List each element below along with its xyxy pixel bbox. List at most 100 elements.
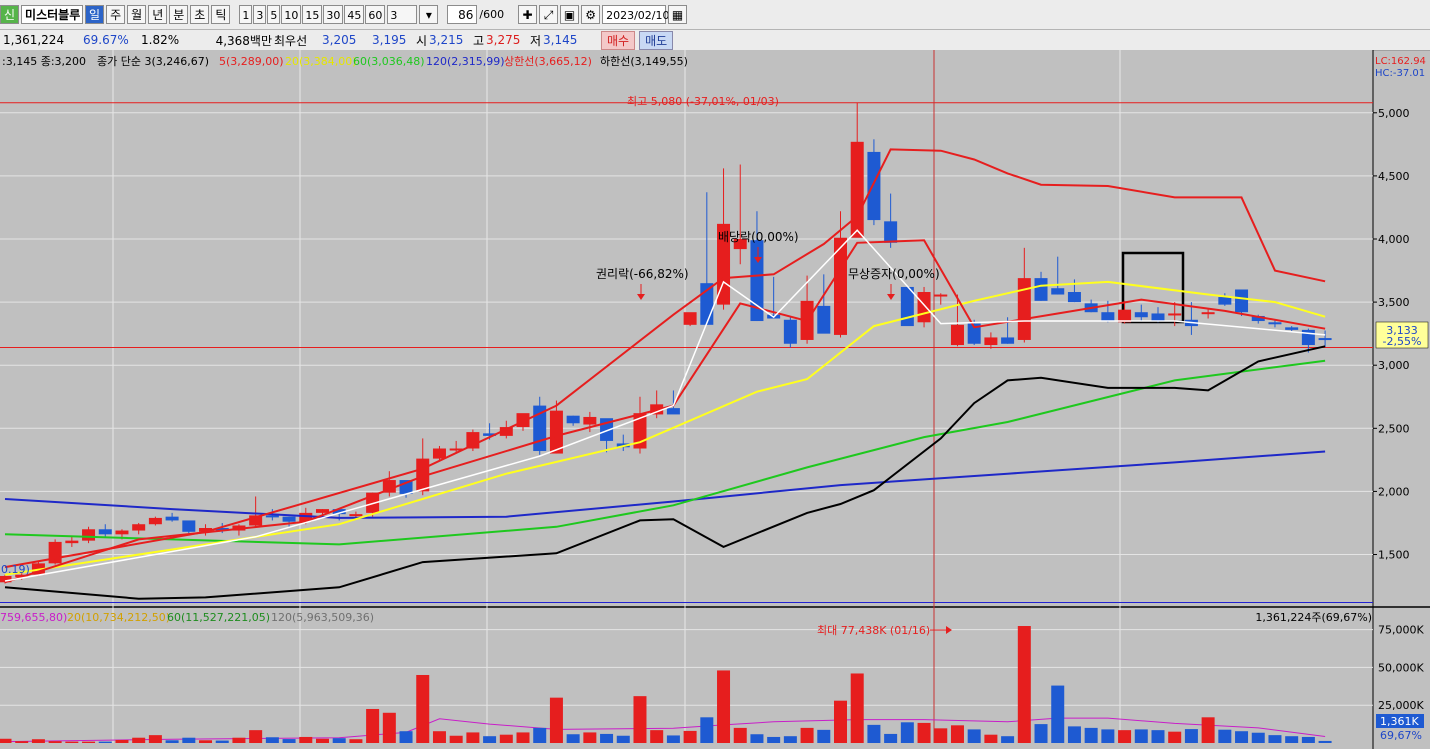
candle-body [165,516,179,521]
price-panel [0,50,1373,605]
candle-body [1067,292,1081,303]
period-tab-0[interactable]: 일 [85,5,105,24]
interval-button-3[interactable]: 3 [253,5,267,24]
stock-chart: 5,000 4,500 4,000 3,500 3,000 2,500 2,000 1,500… [0,50,1430,749]
interval-button-30[interactable]: 30 [323,5,344,24]
candle-body [82,529,96,541]
volume-bar [583,732,597,743]
high-label: 고 [473,33,485,48]
best-ask: 3,205 [322,33,357,47]
volume-bar [349,739,363,743]
volume-bar [717,670,731,743]
candle-body [1301,329,1315,346]
volume-value: 1,361,224 [3,33,65,47]
volume-bar [265,737,279,743]
volume-bar [700,717,714,743]
date-input[interactable]: 2023/02/10 [602,5,669,24]
count-total: /600 [479,8,505,21]
volume-bar [182,737,196,743]
stock-name-input[interactable]: 미스터블루 [21,5,84,24]
count-input[interactable]: 86 [447,5,478,24]
candle-body [98,529,112,535]
bonus-annotation: 무상증자(0,00%) [848,267,940,281]
period-tabs: 일주월년분초틱 [85,5,231,24]
save-icon[interactable]: ▣ [560,5,580,24]
toolbar: 신 미스터블루 일주월년분초틱 1 3 5 10 15 30 45 60 3 ▾ 86 /60… [0,0,1430,30]
interval-button-5[interactable]: 5 [267,5,281,24]
turnover: 1.82% [141,33,180,47]
volume-legend-item: 20(10,734,212,50) [67,611,170,624]
period-tab-1[interactable]: 주 [106,5,126,24]
volume-bar [1168,731,1182,743]
gear-icon[interactable]: ⚙ [581,5,601,24]
period-tab-2[interactable]: 월 [127,5,147,24]
price-legend-item: 5(3,289,00) [219,55,284,68]
chevron-down-icon[interactable]: ▾ [419,5,439,24]
volume-bar [616,735,630,743]
candle-body [48,541,62,564]
volume-bar [1235,731,1249,743]
volume-bar [783,736,797,743]
candle-body [1051,288,1065,295]
quote-bar: 1,361,224 69.67% 1.82% 4,368백만 최우선 3,205… [0,30,1430,51]
volume-bar [1084,727,1098,743]
price-tick-label: 4,000 [1378,233,1410,246]
period-tab-6[interactable]: 틱 [211,5,231,24]
volume-bar [867,724,881,743]
volume-bar [733,727,747,743]
buy-button[interactable]: 매수 [601,30,636,50]
candle-body [1168,313,1182,316]
volume-bar [432,731,446,743]
candle-body [1318,338,1332,341]
crosshair-icon[interactable]: ✚ [518,5,538,24]
volume-bar [834,700,847,743]
price-tick-label: 3,500 [1378,296,1410,309]
volume-bar [1101,729,1115,743]
candle-body [132,524,146,531]
volume-bar [1067,726,1081,743]
price-tick-label: 4,500 [1378,170,1410,183]
period-tab-5[interactable]: 초 [190,5,210,24]
interval-button-10[interactable]: 10 [281,5,302,24]
volume-bar [666,735,680,743]
interval-button-1[interactable]: 1 [239,5,253,24]
volume-bar [1001,736,1015,743]
period-tab-4[interactable]: 분 [169,5,189,24]
volume-bar [767,736,781,743]
rights-annotation: 권리락(-66,82%) [596,267,689,281]
candle-body [683,312,697,325]
volume-bar [516,732,530,743]
interval-button-45[interactable]: 45 [344,5,365,24]
low-label: 저 [530,33,542,48]
candle-body [867,151,881,221]
interval-button-15[interactable]: 15 [302,5,323,24]
volume-bars [0,626,1332,743]
volume-bar [900,722,914,743]
interval-button-60[interactable]: 60 [365,5,386,24]
volume-bar [299,736,313,743]
trade-amount: 4,368백만 [215,33,272,48]
interval-select[interactable]: 3 [387,5,418,24]
volume-legend-item: 759,655,80) [0,611,67,624]
trend-icon[interactable]: ⤢ [539,5,559,24]
open-price: 3,215 [429,33,464,47]
volume-bar [366,708,380,743]
volume-bar [282,739,296,743]
interval-buttons: 1 3 5 10 15 30 45 60 [239,5,386,24]
candle-body [182,520,196,532]
volume-bar [917,722,931,743]
candle-body [934,294,948,297]
low-price: 3,145 [543,33,578,47]
volume-tick-label: 25,000K [1378,699,1424,712]
sell-button[interactable]: 매도 [639,30,674,50]
period-tab-3[interactable]: 년 [148,5,168,24]
volume-bar [165,740,179,743]
candle-body [900,286,914,327]
candle-body [315,509,329,513]
volume-bar [850,673,864,743]
calendar-icon[interactable]: ▦ [668,5,688,24]
candle-body [984,337,998,346]
price-legend-item: 종가 단순 3(3,246,67) [97,55,209,68]
volume-bar [466,732,480,743]
volume-bar [1218,729,1232,743]
